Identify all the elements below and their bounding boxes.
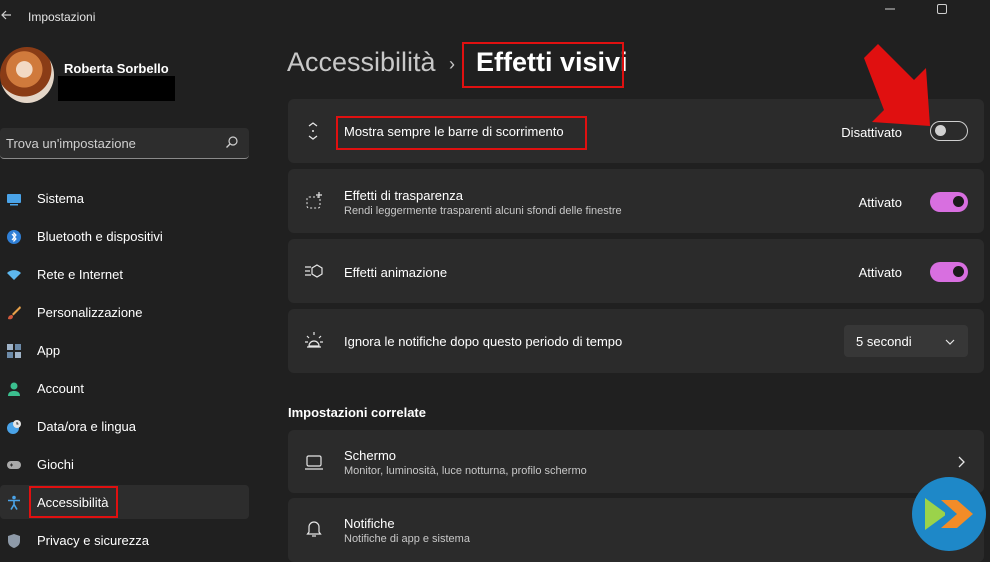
person-icon	[6, 381, 22, 397]
highlight-box-scrollbars	[336, 116, 587, 150]
search-placeholder: Trova un'impostazione	[6, 136, 136, 151]
maximize-icon[interactable]	[927, 2, 957, 17]
setting-transparency: Effetti di trasparenza Rendi leggermente…	[288, 169, 984, 233]
globe-clock-icon	[6, 419, 22, 435]
sidebar-item-app[interactable]: App	[0, 333, 249, 367]
gamepad-icon	[6, 457, 22, 473]
apps-icon	[6, 343, 22, 359]
brush-icon	[6, 305, 22, 321]
sidebar-item-label: Giochi	[37, 457, 74, 472]
sidebar-item-account[interactable]: Account	[0, 371, 249, 405]
sidebar-item-rete[interactable]: Rete e Internet	[0, 257, 249, 291]
redacted-email	[58, 76, 175, 101]
window-title: Impostazioni	[28, 10, 96, 24]
animations-toggle[interactable]	[930, 262, 968, 282]
sidebar-item-label: Personalizzazione	[37, 305, 143, 320]
setting-title: Ignora le notifiche dopo questo periodo …	[344, 334, 623, 349]
setting-title: Effetti animazione	[344, 265, 448, 280]
sidebar-item-giochi[interactable]: Giochi	[0, 447, 249, 481]
back-arrow-icon[interactable]	[0, 8, 16, 26]
sidebar-item-label: Sistema	[37, 191, 84, 206]
setting-subtitle: Rendi leggermente trasparenti alcuni sfo…	[344, 205, 622, 217]
red-arrow-icon	[864, 44, 930, 126]
setting-notification-timeout: Ignora le notifiche dopo questo periodo …	[288, 309, 984, 373]
sidebar-item-label: Rete e Internet	[37, 267, 123, 282]
scroll-arrows-icon	[306, 121, 326, 141]
setting-title: Schermo	[344, 448, 397, 463]
title-bar: Impostazioni	[0, 0, 990, 36]
laptop-icon	[304, 452, 324, 472]
sidebar-item-privacy[interactable]: Privacy e sicurezza	[0, 523, 249, 557]
sidebar-item-bluetooth[interactable]: Bluetooth e dispositivi	[0, 219, 249, 253]
chevron-right-icon	[956, 455, 966, 469]
related-item-schermo[interactable]: Schermo Monitor, luminosità, luce nottur…	[288, 430, 984, 493]
search-input[interactable]: Trova un'impostazione	[0, 128, 249, 159]
setting-subtitle: Notifiche di app e sistema	[344, 533, 470, 545]
setting-animations: Effetti animazione Attivato	[288, 239, 984, 303]
sidebar-item-sistema[interactable]: Sistema	[0, 181, 249, 215]
breadcrumb-separator: ›	[449, 54, 455, 74]
minimize-icon[interactable]	[875, 2, 905, 17]
sidebar-item-label: Account	[37, 381, 84, 396]
sidebar-item-label: Privacy e sicurezza	[37, 533, 149, 548]
transparency-toggle[interactable]	[930, 192, 968, 212]
shield-icon	[6, 533, 22, 549]
section-title: Impostazioni correlate	[288, 405, 426, 420]
toggle-knob	[953, 266, 964, 277]
highlight-box-title	[462, 42, 624, 88]
bluetooth-icon	[6, 229, 22, 245]
setting-subtitle: Monitor, luminosità, luce notturna, prof…	[344, 465, 587, 477]
site-logo-icon	[912, 477, 986, 551]
toggle-state-label: Attivato	[858, 195, 902, 210]
toggle-knob	[953, 196, 964, 207]
setting-title: Effetti di trasparenza	[344, 188, 463, 203]
sidebar-item-label: Data/ora e lingua	[37, 419, 137, 434]
highlight-box-accessibilita	[29, 486, 118, 518]
breadcrumb-parent[interactable]: Accessibilità	[287, 47, 436, 78]
accessibility-icon	[6, 495, 22, 511]
sidebar-item-label: App	[37, 343, 61, 358]
bell-icon	[304, 518, 324, 538]
dropdown-value: 5 secondi	[856, 334, 912, 349]
related-item-notifiche[interactable]: Notifiche Notifiche di app e sistema	[288, 498, 984, 562]
transparency-sparkle-icon	[304, 191, 324, 211]
chevron-down-icon	[944, 335, 956, 347]
sun-timer-icon	[304, 330, 324, 350]
sidebar-item-label: Bluetooth e dispositivi	[37, 229, 163, 244]
avatar[interactable]	[0, 47, 54, 103]
search-icon[interactable]	[225, 135, 239, 149]
animation-icon	[304, 261, 324, 281]
wifi-icon	[6, 267, 22, 283]
user-name: Roberta Sorbello	[64, 61, 169, 76]
toggle-state-label: Attivato	[858, 265, 902, 280]
monitor-icon	[6, 191, 22, 207]
setting-title: Notifiche	[344, 516, 395, 531]
timeout-dropdown[interactable]: 5 secondi	[844, 325, 968, 357]
sidebar-item-personalizzazione[interactable]: Personalizzazione	[0, 295, 249, 329]
sidebar-item-data-ora[interactable]: Data/ora e lingua	[0, 409, 249, 443]
